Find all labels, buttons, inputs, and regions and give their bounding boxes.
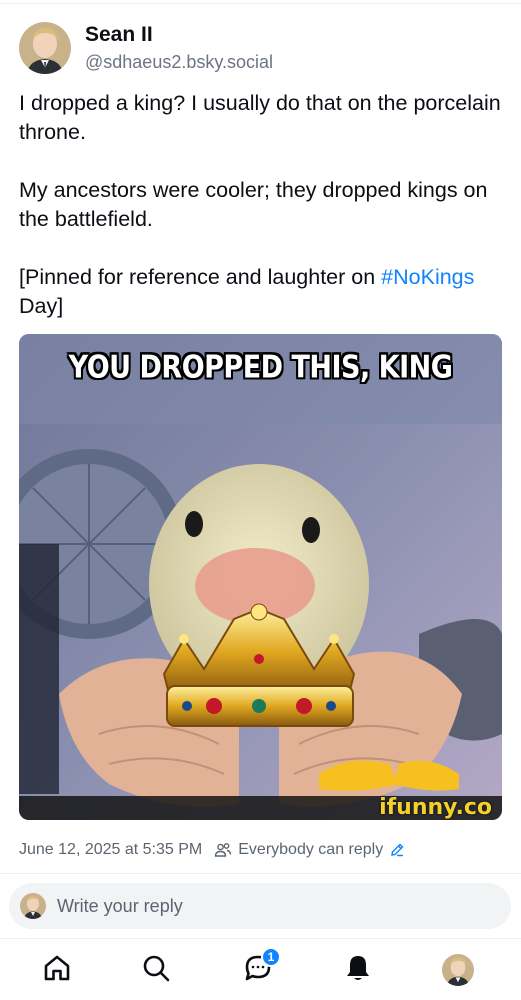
post-paragraph: My ancestors were cooler; they dropped k…	[19, 178, 488, 231]
author-info[interactable]: Sean II @sdhaeus2.bsky.social	[85, 22, 273, 74]
search-icon	[141, 953, 171, 988]
reply-input-placeholder[interactable]: Write your reply	[57, 896, 183, 917]
post-header: Sean II @sdhaeus2.bsky.social	[19, 22, 273, 74]
meme-illustration	[19, 334, 502, 820]
nav-search[interactable]	[139, 953, 173, 987]
post-text-segment: [Pinned for reference and laughter on	[19, 265, 382, 289]
meme-caption: YOU DROPPED THIS, KING	[68, 349, 453, 386]
notifications-icon	[343, 953, 373, 988]
nav-notifications[interactable]	[341, 953, 375, 987]
post-text-segment: Day]	[19, 294, 64, 318]
post-timestamp[interactable]: June 12, 2025 at 5:35 PM	[19, 838, 202, 862]
author-handle[interactable]: @sdhaeus2.bsky.social	[85, 50, 273, 74]
author-avatar[interactable]	[19, 22, 71, 74]
nav-chat[interactable]: 1	[241, 947, 281, 987]
divider	[0, 873, 521, 874]
bottom-navigation: 1	[0, 939, 521, 1000]
nav-home[interactable]	[40, 953, 74, 987]
author-display-name[interactable]: Sean II	[85, 22, 273, 48]
pencil-icon	[389, 842, 405, 858]
reply-composer[interactable]: Write your reply	[9, 883, 511, 929]
top-divider	[0, 3, 521, 4]
post-image[interactable]: YOU DROPPED THIS, KING ifunny.co	[19, 334, 502, 820]
post-meta: June 12, 2025 at 5:35 PM Everybody can r…	[19, 838, 405, 862]
reply-setting-label: Everybody can reply	[238, 841, 384, 858]
people-icon	[214, 841, 232, 859]
post-paragraph: [Pinned for reference and laughter on #N…	[19, 263, 505, 321]
hashtag-link[interactable]: #NoKings	[381, 265, 474, 289]
profile-avatar	[442, 954, 474, 986]
reply-setting-button[interactable]: Everybody can reply	[214, 838, 405, 862]
home-icon	[42, 953, 72, 988]
image-watermark: ifunny.co	[379, 795, 492, 820]
post-text: I dropped a king? I usually do that on t…	[19, 89, 505, 321]
chat-unread-badge: 1	[261, 947, 281, 967]
post-paragraph: I dropped a king? I usually do that on t…	[19, 91, 501, 144]
nav-profile[interactable]	[441, 953, 475, 987]
user-avatar	[20, 893, 46, 919]
